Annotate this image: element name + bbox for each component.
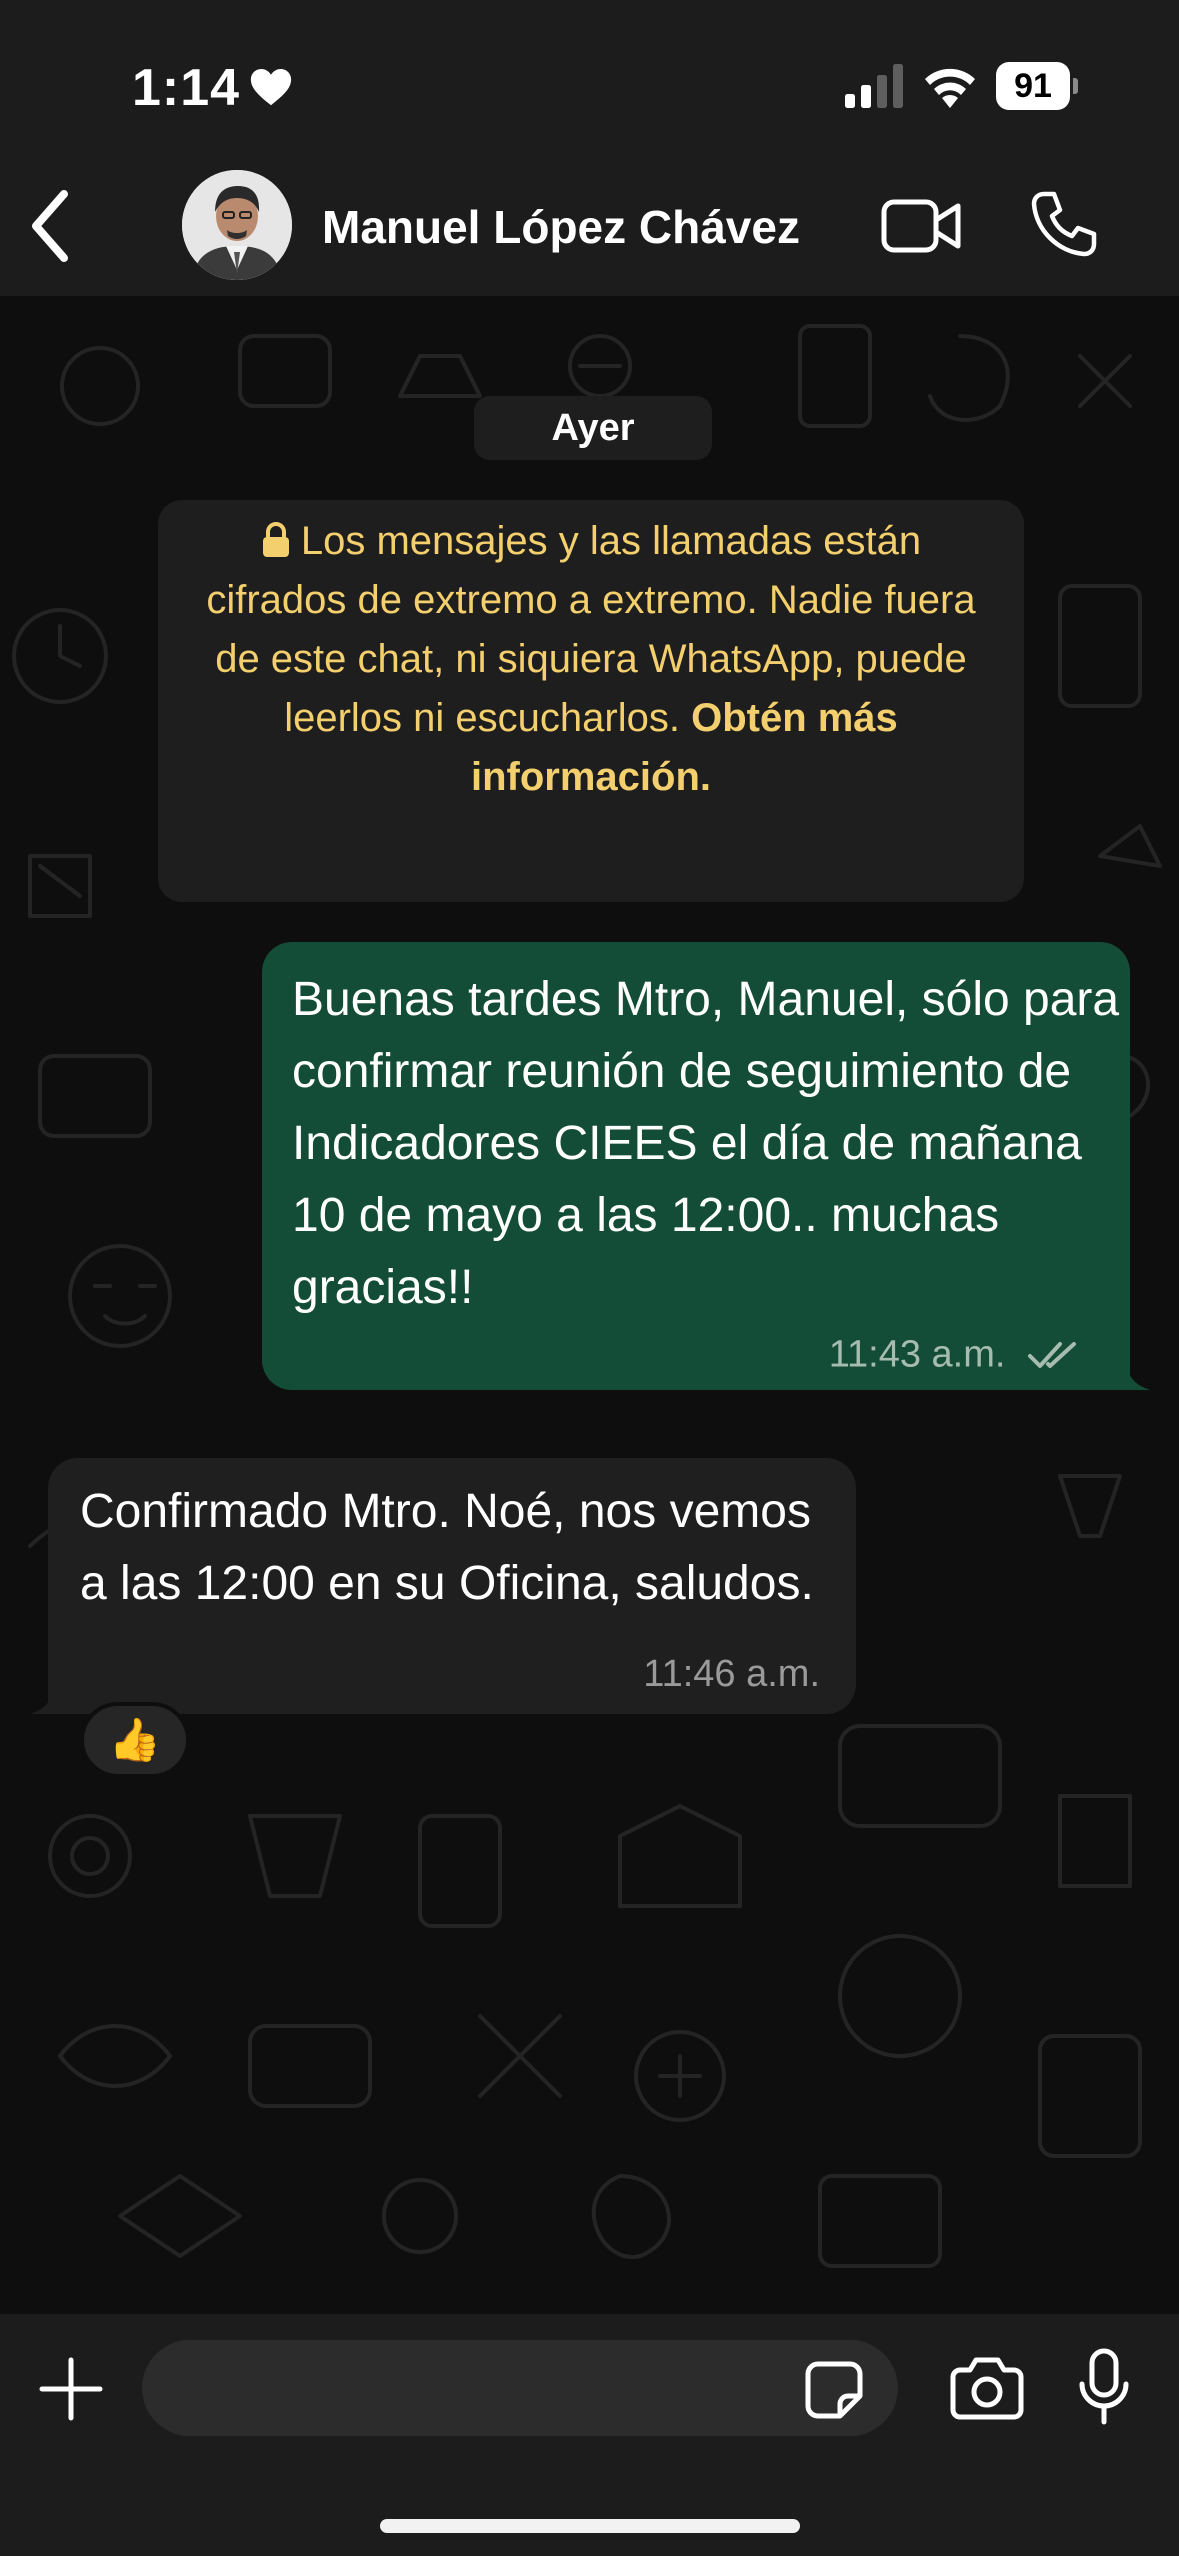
phone-icon[interactable]	[1030, 190, 1098, 258]
chat-area[interactable]: Ayer Los mensajes y las llamadas están c…	[0, 296, 1179, 2314]
message-meta: 11:43 a.m.	[829, 1332, 1082, 1376]
message-time: 11:43 a.m.	[828, 1333, 1006, 1375]
camera-icon[interactable]	[950, 2354, 1024, 2420]
battery-indicator: 91	[996, 62, 1078, 110]
contact-name[interactable]: Manuel López Chávez	[322, 200, 800, 254]
outgoing-bubble-tail	[1120, 1366, 1150, 1390]
cellular-signal-icon	[845, 64, 903, 108]
sticker-icon[interactable]	[804, 2360, 864, 2420]
double-check-icon	[1028, 1341, 1076, 1368]
chevron-left-icon[interactable]	[26, 188, 74, 264]
encryption-notice[interactable]: Los mensajes y las llamadas están cifrad…	[158, 500, 1024, 902]
status-bar: 1:14 91	[0, 0, 1179, 160]
battery-level: 91	[996, 62, 1070, 110]
heart-icon	[250, 68, 292, 106]
message-text: Confirmado Mtro. Noé, nos vemos a las 12…	[80, 1485, 814, 1610]
wifi-icon	[925, 68, 975, 108]
lock-icon	[262, 522, 289, 557]
incoming-bubble-tail	[30, 1690, 60, 1714]
video-camera-icon[interactable]	[880, 196, 962, 256]
avatar[interactable]	[182, 170, 292, 280]
battery-cap	[1073, 78, 1078, 94]
message-composer	[0, 2314, 1179, 2556]
home-indicator	[380, 2519, 800, 2533]
day-separator: Ayer	[474, 396, 712, 460]
message-input[interactable]	[142, 2340, 898, 2436]
message-reaction[interactable]: 👍	[80, 1702, 190, 1778]
chat-header: Manuel López Chávez	[0, 160, 1179, 296]
plus-icon[interactable]	[38, 2356, 104, 2422]
outgoing-message[interactable]: Buenas tardes Mtro, Manuel, sólo para co…	[262, 942, 1130, 1390]
status-time: 1:14	[132, 59, 241, 117]
incoming-message[interactable]: Confirmado Mtro. Noé, nos vemos a las 12…	[48, 1458, 856, 1714]
message-time: 11:46 a.m.	[643, 1653, 820, 1695]
message-text: Buenas tardes Mtro, Manuel, sólo para co…	[292, 973, 1120, 1314]
microphone-icon[interactable]	[1078, 2348, 1130, 2426]
